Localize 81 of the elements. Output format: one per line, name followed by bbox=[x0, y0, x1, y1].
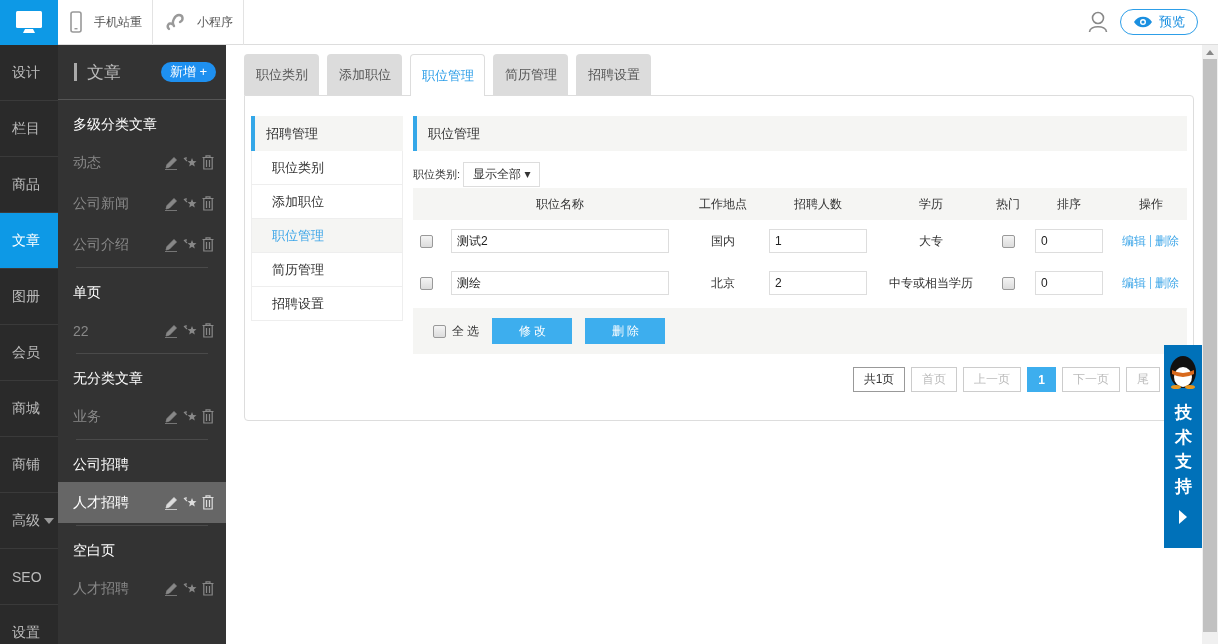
trash-icon bbox=[202, 323, 214, 338]
subnav-item[interactable]: 简历管理 bbox=[251, 253, 403, 287]
monitor-icon bbox=[15, 10, 43, 34]
checkbox[interactable] bbox=[1001, 234, 1015, 248]
support-label: 技术支持 bbox=[1174, 402, 1192, 498]
group-title: 多级分类文章 bbox=[72, 115, 158, 134]
column-header: 热门 bbox=[995, 195, 1021, 213]
sidebar-item[interactable]: 人才招聘 bbox=[58, 568, 226, 609]
name-field[interactable]: 测试2 bbox=[451, 229, 669, 253]
pencil-icon bbox=[164, 581, 178, 596]
section-header: 职位管理 bbox=[413, 116, 1187, 151]
page-count: 共1页 bbox=[852, 367, 906, 392]
filter-label: 职位类别: bbox=[413, 166, 461, 182]
pencil-icon bbox=[164, 409, 178, 424]
tab[interactable]: 职位类别 bbox=[244, 54, 319, 95]
tab[interactable]: 添加职位 bbox=[327, 54, 402, 95]
penguin-icon bbox=[1167, 353, 1199, 389]
sidebar-item[interactable]: 人才招聘 bbox=[58, 482, 226, 523]
trash-icon bbox=[202, 196, 214, 211]
table-cell-text: 北京 bbox=[710, 274, 736, 292]
checkbox[interactable] bbox=[433, 324, 446, 338]
checkbox[interactable] bbox=[420, 276, 433, 290]
order-field[interactable]: 0 bbox=[1035, 229, 1103, 253]
section-header: 招聘管理 bbox=[251, 116, 403, 151]
scroll-up-icon bbox=[1206, 50, 1214, 55]
checkbox[interactable] bbox=[1001, 276, 1015, 290]
pencil-icon bbox=[164, 196, 178, 211]
sidebar-item[interactable]: 动态 bbox=[58, 142, 226, 183]
column-header: 学历 bbox=[918, 195, 944, 213]
group-title: 单页 bbox=[72, 283, 102, 302]
trash-icon bbox=[202, 409, 214, 424]
group-title: 空白页 bbox=[72, 541, 116, 560]
checkbox[interactable] bbox=[420, 234, 433, 248]
eye-icon bbox=[1133, 16, 1153, 28]
subnav-item[interactable]: 招聘设置 bbox=[251, 287, 403, 321]
name-field[interactable]: 测绘 bbox=[451, 271, 669, 295]
table-cell-text: 中专或相当学历 bbox=[888, 274, 974, 292]
sidebar-title: 文章 bbox=[87, 61, 122, 84]
trash-icon bbox=[202, 495, 214, 510]
sidebar-item[interactable]: 业务 bbox=[58, 396, 226, 437]
column-header: 工作地点 bbox=[698, 195, 748, 213]
group-title: 无分类文章 bbox=[72, 369, 144, 388]
trash-icon bbox=[202, 155, 214, 170]
tab[interactable]: 简历管理 bbox=[493, 54, 568, 95]
support-panel[interactable]: 技术支持 bbox=[1164, 345, 1202, 548]
count-field[interactable]: 2 bbox=[769, 271, 867, 295]
logo-tile[interactable] bbox=[0, 0, 58, 45]
user-icon bbox=[1088, 11, 1108, 33]
rail-item[interactable]: 文章 bbox=[0, 213, 58, 269]
select-all-label: 全 选 bbox=[452, 322, 480, 340]
preview-button[interactable]: 预览 bbox=[1120, 9, 1198, 35]
pencil-icon bbox=[164, 237, 178, 252]
column-header: 排序 bbox=[1056, 195, 1082, 213]
tab[interactable]: 职位管理 bbox=[410, 54, 485, 96]
scrollbar[interactable] bbox=[1202, 45, 1218, 644]
phone-icon bbox=[70, 11, 82, 33]
group-title: 公司招聘 bbox=[72, 455, 130, 474]
table-cell-text: 国内 bbox=[710, 232, 736, 250]
table-cell-text: 大专 bbox=[918, 232, 944, 250]
order-field[interactable]: 0 bbox=[1035, 271, 1103, 295]
play-icon bbox=[1179, 509, 1187, 524]
top-tab[interactable]: 小程序 bbox=[153, 0, 244, 45]
trash-icon bbox=[202, 237, 214, 252]
tab[interactable]: 招聘设置 bbox=[576, 54, 651, 95]
column-header: 招聘人数 bbox=[793, 195, 843, 213]
sidebar-item[interactable]: 公司介绍 bbox=[58, 224, 226, 265]
pencil-icon bbox=[164, 495, 178, 510]
link-icon bbox=[165, 12, 185, 32]
pencil-icon bbox=[164, 323, 178, 338]
subnav-item[interactable]: 职位类别 bbox=[251, 151, 403, 185]
sidebar-item[interactable]: 公司新闻 bbox=[58, 183, 226, 224]
scroll-thumb[interactable] bbox=[1203, 59, 1217, 632]
add-button[interactable]: 新增 + bbox=[160, 62, 216, 82]
category-dropdown[interactable]: 显示全部 ▾ bbox=[463, 161, 541, 187]
pencil-icon bbox=[164, 155, 178, 170]
sidebar-item[interactable]: 22 bbox=[58, 310, 226, 351]
count-field[interactable]: 1 bbox=[769, 229, 867, 253]
top-tab[interactable]: 手机站重 bbox=[58, 0, 153, 45]
column-header: 操作 bbox=[1137, 195, 1164, 213]
trash-icon bbox=[202, 581, 214, 596]
column-header: 职位名称 bbox=[535, 195, 585, 213]
